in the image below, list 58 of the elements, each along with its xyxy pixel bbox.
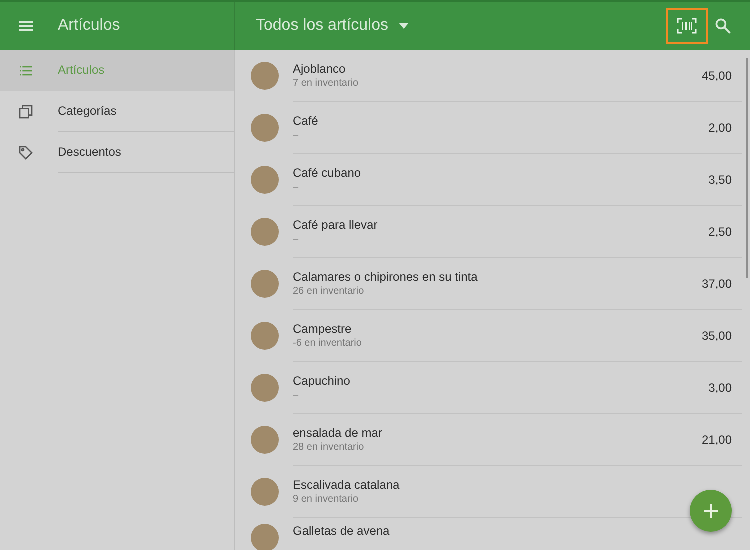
photo-placeholder	[251, 270, 279, 298]
item-name: Galletas de avena	[293, 524, 391, 538]
photo-placeholder	[251, 62, 279, 90]
sidebar-item[interactable]: Descuentos	[0, 132, 234, 173]
add-button[interactable]	[690, 490, 732, 532]
item-row[interactable]: Café – 2,00	[293, 102, 742, 154]
item-stock: –	[293, 130, 300, 141]
photo-placeholder	[251, 426, 279, 454]
item-name: ensalada de mar	[293, 426, 384, 440]
caret-icon	[398, 23, 409, 29]
photo-placeholder	[251, 166, 279, 194]
item-stock: 28 en inventario	[293, 442, 366, 453]
item-name: Capuchino	[293, 374, 352, 388]
item-row[interactable]: Café para llevar – 2,50	[293, 206, 742, 258]
item-price: 37,00	[702, 276, 732, 290]
item-price: 35,00	[702, 328, 732, 342]
photo-placeholder	[251, 524, 279, 550]
item-stock: –	[293, 182, 300, 193]
item-stock: 26 en inventario	[293, 286, 366, 297]
item-price: 45,00	[702, 68, 732, 82]
item-stock: 9 en inventario	[293, 494, 360, 505]
item-price: 2,50	[708, 224, 732, 238]
stacked-squares-icon	[18, 104, 34, 120]
item-stock: –	[293, 390, 300, 401]
item-row[interactable]: ensalada de mar 28 en inventario 21,00	[293, 414, 742, 466]
item-name: Calamares o chipirones en su tinta	[293, 270, 479, 284]
item-price: 2,00	[708, 120, 732, 134]
photo-placeholder	[251, 374, 279, 402]
item-price: 21,00	[702, 432, 732, 446]
item-name: Campestre	[293, 322, 353, 336]
tag-icon	[18, 144, 34, 160]
item-stock: -6 en inventario	[293, 338, 363, 349]
plus-icon	[703, 503, 719, 519]
item-price: 3,00	[708, 380, 732, 394]
sidebar-item[interactable]: Categorías	[0, 91, 234, 132]
photo-placeholder	[251, 322, 279, 350]
item-price: 3,50	[708, 172, 732, 186]
item-row[interactable]: Capuchino – 3,00	[293, 362, 742, 414]
item-name: Escalivada catalana	[293, 478, 401, 492]
item-name: Café cubano	[293, 166, 362, 180]
app-title: Artículos	[58, 17, 120, 35]
item-name: Café para llevar	[293, 218, 379, 232]
item-row[interactable]: Calamares o chipirones en su tinta 26 en inventario 37,00	[293, 258, 742, 310]
item-row[interactable]: Café cubano – 3,50	[293, 154, 742, 206]
barcode-icon	[677, 18, 697, 34]
item-name: Ajoblanco	[293, 62, 347, 76]
search-icon[interactable]	[714, 17, 732, 35]
scrollbar[interactable]	[746, 58, 748, 278]
item-row[interactable]: Ajoblanco 7 en inventario 45,00	[293, 50, 742, 102]
photo-placeholder	[251, 478, 279, 506]
item-stock: 7 en inventario	[293, 78, 360, 89]
item-name: Café	[293, 114, 320, 128]
photo-placeholder	[251, 218, 279, 246]
photo-placeholder	[251, 114, 279, 142]
item-row[interactable]: Galletas de avena	[293, 518, 742, 550]
item-stock: –	[293, 234, 300, 245]
item-row[interactable]: Campestre -6 en inventario 35,00	[293, 310, 742, 362]
barcode-scan-button[interactable]	[666, 8, 708, 44]
